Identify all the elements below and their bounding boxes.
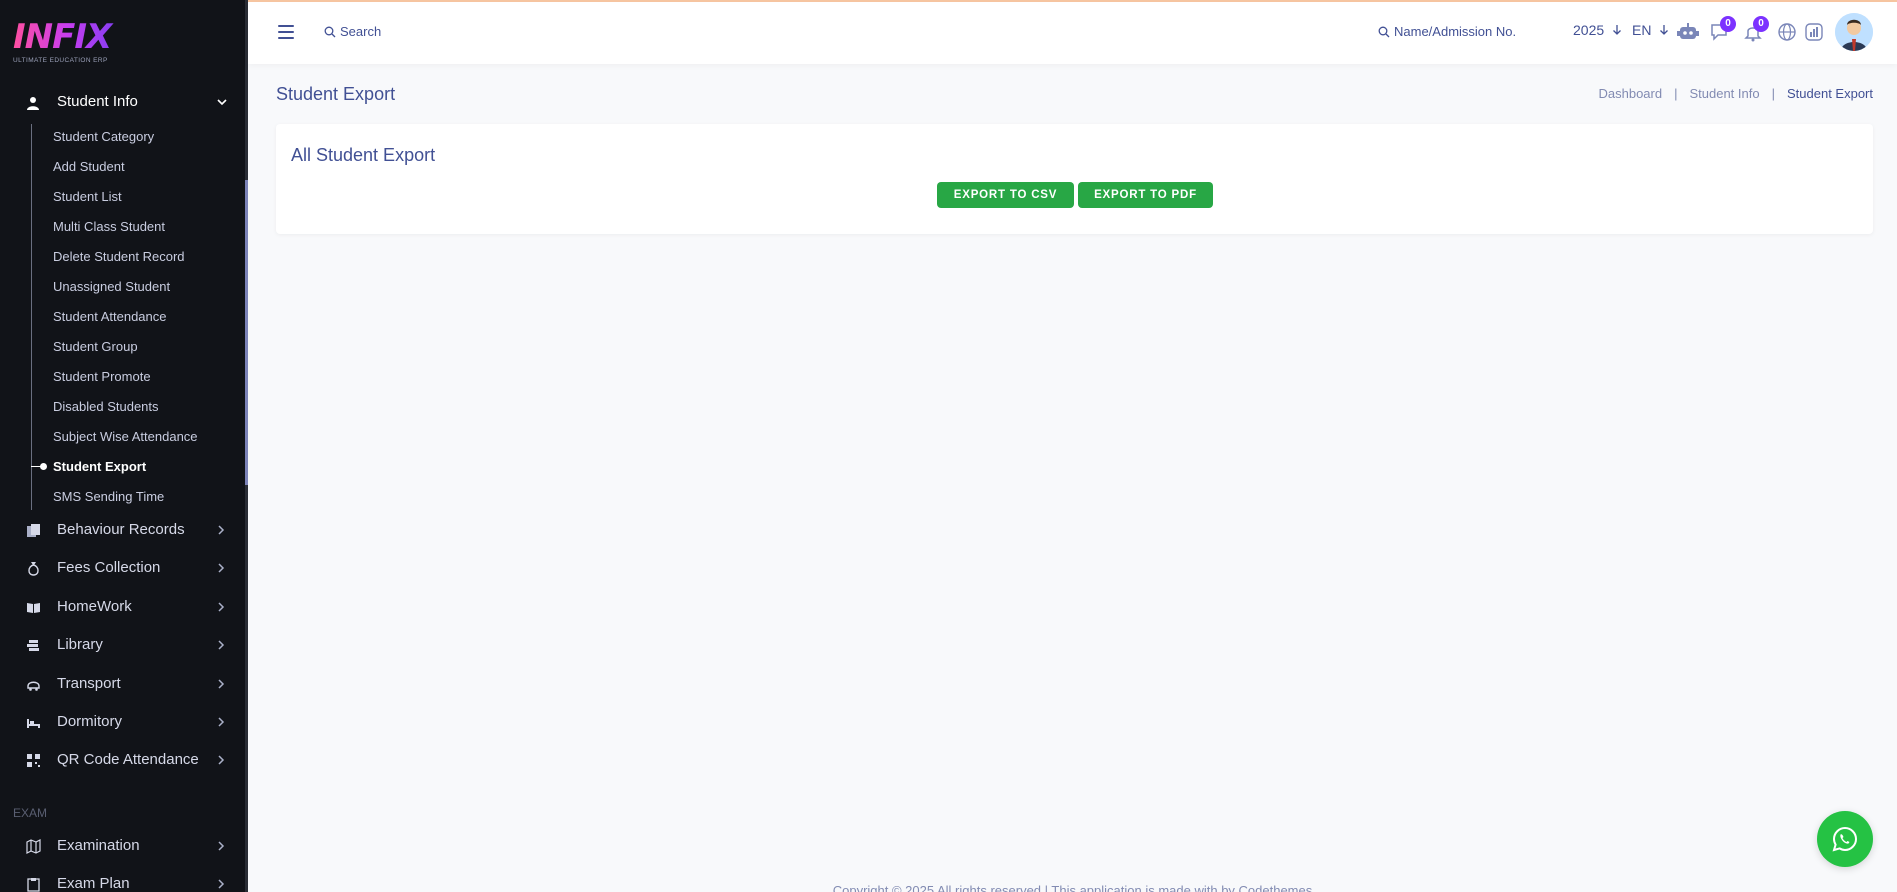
footer-copyright: Copyright © 2025 All rights reserved | T… xyxy=(832,883,1313,892)
breadcrumb: Dashboard | Student Info | Student Export xyxy=(1598,86,1873,101)
globe-icon[interactable] xyxy=(1777,22,1797,42)
breadcrumb-dashboard[interactable]: Dashboard xyxy=(1598,86,1662,101)
student-search-input[interactable]: Name/Admission No. xyxy=(1378,24,1516,39)
top-header: Search Name/Admission No. 2025 EN 0 0 xyxy=(248,2,1897,64)
sidebar-item-label: Fees Collection xyxy=(57,559,161,576)
sidebar-subitem-student-export[interactable]: Student Export xyxy=(53,459,146,475)
language-select[interactable]: EN xyxy=(1632,22,1669,38)
bus-icon xyxy=(27,681,40,691)
sidebar-item-label: Library xyxy=(57,636,103,653)
money-bag-icon xyxy=(28,562,39,576)
book-open-icon xyxy=(27,603,40,613)
search-icon xyxy=(324,26,336,38)
sidebar-subitem-student-attendance[interactable]: Student Attendance xyxy=(53,309,166,325)
export-card: All Student Export EXPORT TO CSV EXPORT … xyxy=(276,124,1873,234)
search-placeholder: Search xyxy=(340,24,382,39)
logo-subtitle: ULTIMATE EDUCATION ERP xyxy=(13,57,108,64)
sidebar-subitem-multi-class-student[interactable]: Multi Class Student xyxy=(53,219,165,235)
copy-icon xyxy=(27,524,40,537)
sidebar-item-label: HomeWork xyxy=(57,598,132,615)
map-icon xyxy=(26,839,41,854)
bed-icon xyxy=(27,719,40,728)
notification-count-badge: 0 xyxy=(1753,16,1769,32)
sidebar-scrollbar[interactable] xyxy=(245,0,248,892)
sidebar-item-exam-plan[interactable]: Exam Plan xyxy=(0,869,245,892)
sidebar-item-behaviour-records[interactable]: Behaviour Records xyxy=(0,515,245,545)
sidebar-item-label: Exam Plan xyxy=(57,875,130,892)
export-pdf-button[interactable]: EXPORT TO PDF xyxy=(1078,182,1213,208)
year-value: 2025 xyxy=(1573,22,1605,38)
card-title: All Student Export xyxy=(291,145,436,165)
clipboard-icon xyxy=(27,878,40,892)
language-value: EN xyxy=(1632,22,1652,38)
sidebar-item-transport[interactable]: Transport xyxy=(0,669,245,699)
sidebar-subitem-subject-wise-attendance[interactable]: Subject Wise Attendance xyxy=(53,429,198,445)
year-select[interactable]: 2025 xyxy=(1573,22,1622,38)
submenu-line xyxy=(31,124,32,510)
chevron-right-icon xyxy=(218,563,225,573)
sidebar-item-dormitory[interactable]: Dormitory xyxy=(0,707,245,737)
sidebar-item-label: Transport xyxy=(57,675,121,692)
chevron-right-icon xyxy=(218,679,225,689)
student-search-placeholder: Name/Admission No. xyxy=(1394,24,1517,39)
chevron-right-icon xyxy=(218,717,225,727)
infix-logo[interactable]: INFIX ULTIMATE EDUCATION ERP xyxy=(13,17,123,69)
analytics-icon[interactable] xyxy=(1804,22,1824,42)
export-csv-button[interactable]: EXPORT TO CSV xyxy=(937,182,1074,208)
breadcrumb-current: Student Export xyxy=(1787,86,1873,101)
chevron-right-icon xyxy=(218,879,225,889)
page-title: Student Export xyxy=(276,84,396,104)
scrollbar-thumb[interactable] xyxy=(245,180,248,485)
qr-code-icon xyxy=(27,754,40,767)
arrow-down-icon xyxy=(1660,25,1669,35)
chevron-right-icon xyxy=(218,640,225,650)
chat-icon[interactable]: 0 xyxy=(1710,16,1736,42)
chevron-down-icon xyxy=(217,99,227,106)
search-icon xyxy=(1378,26,1390,38)
sidebar-subitem-disabled-students[interactable]: Disabled Students xyxy=(53,399,159,415)
sidebar-subitem-student-category[interactable]: Student Category xyxy=(53,129,154,145)
user-avatar[interactable] xyxy=(1835,13,1873,51)
sidebar-subitem-delete-student-record[interactable]: Delete Student Record xyxy=(53,249,185,265)
sidebar-subitem-sms-sending-time[interactable]: SMS Sending Time xyxy=(53,489,164,505)
sidebar-subitem-student-group[interactable]: Student Group xyxy=(53,339,138,355)
sidebar-item-homework[interactable]: HomeWork xyxy=(0,592,245,622)
sidebar-item-label: Dormitory xyxy=(57,713,123,730)
sidebar-item-label: QR Code Attendance xyxy=(57,751,199,768)
sidebar-subitem-student-promote[interactable]: Student Promote xyxy=(53,369,151,385)
whatsapp-button[interactable] xyxy=(1817,811,1873,867)
sidebar-item-label: Behaviour Records xyxy=(57,521,185,538)
robot-icon[interactable] xyxy=(1677,22,1699,42)
chevron-right-icon xyxy=(218,525,225,535)
sidebar: INFIX ULTIMATE EDUCATION ERP Student Inf… xyxy=(0,0,245,892)
user-icon xyxy=(27,97,39,110)
chevron-right-icon xyxy=(218,602,225,612)
sidebar-subitem-student-list[interactable]: Student List xyxy=(53,189,122,205)
logo-text: INFIX xyxy=(13,17,123,57)
sidebar-item-fees-collection[interactable]: Fees Collection xyxy=(0,553,245,583)
arrow-down-icon xyxy=(1613,25,1622,35)
sidebar-item-library[interactable]: Library xyxy=(0,630,245,660)
chevron-right-icon xyxy=(218,755,225,765)
breadcrumb-student-info[interactable]: Student Info xyxy=(1689,86,1759,101)
sidebar-item-qr-code-attendance[interactable]: QR Code Attendance xyxy=(0,745,245,775)
active-indicator-dot xyxy=(40,463,47,470)
sidebar-subitem-unassigned-student[interactable]: Unassigned Student xyxy=(53,279,170,295)
sidebar-item-label: Examination xyxy=(57,837,140,854)
bell-icon[interactable]: 0 xyxy=(1743,16,1769,42)
section-label-exam: EXAM xyxy=(13,806,48,820)
sidebar-item-student-info[interactable]: Student Info xyxy=(0,90,245,116)
search-input[interactable]: Search xyxy=(324,24,381,39)
sidebar-item-examination[interactable]: Examination xyxy=(0,831,245,861)
book-stack-icon xyxy=(27,640,39,651)
menu-toggle-icon[interactable] xyxy=(278,25,294,39)
chat-count-badge: 0 xyxy=(1720,16,1736,32)
chevron-right-icon xyxy=(218,841,225,851)
sidebar-subitem-add-student[interactable]: Add Student xyxy=(53,159,125,175)
whatsapp-icon xyxy=(1832,826,1858,852)
sidebar-item-label: Student Info xyxy=(57,93,138,110)
